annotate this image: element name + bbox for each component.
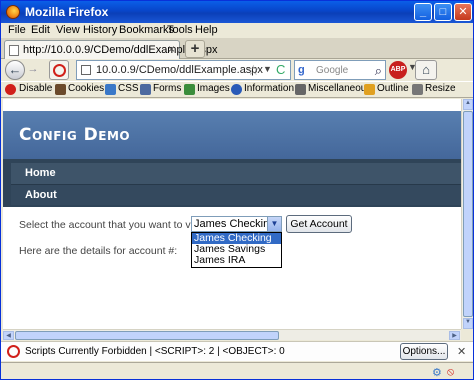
- search-input[interactable]: Google: [316, 65, 348, 76]
- vertical-scroll-thumb[interactable]: [463, 111, 473, 317]
- chevron-down-icon[interactable]: ▼: [267, 217, 281, 231]
- site-header: Config Demo: [3, 111, 461, 159]
- miscellaneous-icon: [295, 84, 306, 95]
- title-bar[interactable]: Mozilla Firefox _ □ ✕: [1, 1, 473, 23]
- page-icon: [9, 45, 19, 56]
- outline-icon: [364, 84, 375, 95]
- menu-history[interactable]: History: [83, 24, 117, 36]
- noscript-message: Scripts Currently Forbidden | <SCRIPT>: …: [25, 346, 285, 357]
- home-button[interactable]: ⌂: [415, 60, 437, 80]
- minimize-button[interactable]: _: [414, 3, 432, 21]
- site-nav: Home About: [3, 159, 461, 207]
- noscript-notification-bar: Scripts Currently Forbidden | <SCRIPT>: …: [1, 341, 473, 361]
- account-select[interactable]: James Checking ▼: [191, 216, 282, 232]
- nav-about-label: About: [25, 189, 57, 201]
- page-content: Config Demo Home About Select the accoun…: [3, 99, 461, 329]
- forward-button[interactable]: →: [26, 63, 40, 77]
- forms-icon: [140, 84, 151, 95]
- get-account-button[interactable]: Get Account: [286, 215, 352, 233]
- firefox-icon: [6, 5, 20, 19]
- cookies-icon: [55, 84, 66, 95]
- information-icon: [231, 84, 242, 95]
- url-bar[interactable]: 10.0.0.9/CDemo/ddlExample.aspx ☆ ▼ C: [76, 60, 291, 80]
- status-bar: ⚙ ⦸: [1, 362, 473, 379]
- devbar-cookies[interactable]: Cookies: [68, 83, 104, 94]
- close-button[interactable]: ✕: [454, 3, 472, 21]
- scroll-left-icon[interactable]: ◀: [3, 331, 14, 340]
- vertical-scrollbar[interactable]: ▲ ▼: [461, 99, 473, 329]
- google-engine-icon[interactable]: g: [298, 64, 305, 76]
- menu-bar: File Edit View History Bookmarks Tools H…: [1, 23, 473, 38]
- bookmark-star-icon[interactable]: ☆: [247, 62, 260, 79]
- menu-edit[interactable]: Edit: [31, 24, 50, 36]
- scroll-up-icon[interactable]: ▲: [463, 99, 473, 110]
- new-tab-button[interactable]: +: [185, 40, 205, 58]
- url-text[interactable]: 10.0.0.9/CDemo/ddlExample.aspx: [96, 64, 263, 76]
- account-dropdown-list: James Checking James Savings James IRA: [191, 232, 282, 268]
- noscript-close-icon[interactable]: ✕: [457, 345, 466, 358]
- nav-home[interactable]: Home: [11, 163, 461, 184]
- account-prompt: Select the account that you want to view…: [19, 219, 210, 231]
- menu-tools[interactable]: Tools: [167, 24, 193, 36]
- maximize-button[interactable]: □: [434, 3, 452, 21]
- window-title: Mozilla Firefox: [25, 5, 109, 19]
- devbar-css[interactable]: CSS: [118, 83, 139, 94]
- css-icon: [105, 84, 116, 95]
- noscript-button[interactable]: [49, 60, 69, 80]
- disable-icon: [5, 84, 16, 95]
- menu-help[interactable]: Help: [195, 24, 218, 36]
- horizontal-scroll-thumb[interactable]: [15, 331, 279, 340]
- devbar-information[interactable]: Information: [244, 83, 294, 94]
- horizontal-scrollbar[interactable]: ◀ ▶: [3, 329, 461, 340]
- nav-home-label: Home: [25, 167, 56, 179]
- devbar-miscellaneous[interactable]: Miscellaneous: [308, 83, 371, 94]
- search-icon[interactable]: ⌕: [375, 63, 382, 79]
- nav-about[interactable]: About: [11, 184, 461, 205]
- scroll-down-icon[interactable]: ▼: [463, 318, 473, 329]
- devbar-forms[interactable]: Forms: [153, 83, 181, 94]
- account-select-value: James Checking: [194, 218, 276, 230]
- tab-current[interactable]: http://10.0.0.9/CDemo/ddlExample.aspx ×: [4, 40, 217, 59]
- noscript-icon: [53, 64, 66, 77]
- tab-strip: http://10.0.0.9/CDemo/ddlExample.aspx × …: [1, 38, 473, 59]
- scroll-right-icon[interactable]: ▶: [449, 331, 460, 340]
- devbar-outline[interactable]: Outline: [377, 83, 409, 94]
- menu-bookmarks[interactable]: Bookmarks: [119, 24, 174, 36]
- menu-file[interactable]: File: [8, 24, 26, 36]
- search-bar[interactable]: g Google ⌕: [294, 60, 386, 80]
- option-james-ira[interactable]: James IRA: [192, 255, 281, 266]
- noscript-status-icon[interactable]: ⦸: [447, 366, 454, 379]
- reload-icon[interactable]: C: [276, 62, 285, 77]
- browser-window: Mozilla Firefox _ □ ✕ File Edit View His…: [0, 0, 474, 380]
- web-developer-toolbar: Disable Cookies CSS Forms Images Informa…: [1, 81, 473, 98]
- resize-icon: [412, 84, 423, 95]
- menu-view[interactable]: View: [56, 24, 80, 36]
- account-details-text: Here are the details for account #:: [19, 245, 178, 257]
- adblock-icon[interactable]: ABP: [389, 61, 407, 79]
- site-title: Config Demo: [19, 125, 131, 145]
- url-history-dropdown-icon[interactable]: ▼: [263, 64, 272, 74]
- site-identity-icon[interactable]: [81, 65, 91, 75]
- noscript-options-button[interactable]: Options...: [400, 343, 448, 360]
- web-developer-status-icon[interactable]: ⚙: [432, 366, 442, 379]
- back-button[interactable]: ←: [5, 60, 25, 80]
- tab-close-icon[interactable]: ×: [168, 42, 175, 56]
- noscript-forbidden-icon: [7, 345, 20, 358]
- devbar-images[interactable]: Images: [197, 83, 230, 94]
- scroll-corner: [461, 329, 473, 340]
- images-icon: [184, 84, 195, 95]
- devbar-resize[interactable]: Resize: [425, 83, 456, 94]
- devbar-disable[interactable]: Disable: [19, 83, 52, 94]
- navigation-bar: ← → 10.0.0.9/CDemo/ddlExample.aspx ☆ ▼ C…: [1, 59, 473, 81]
